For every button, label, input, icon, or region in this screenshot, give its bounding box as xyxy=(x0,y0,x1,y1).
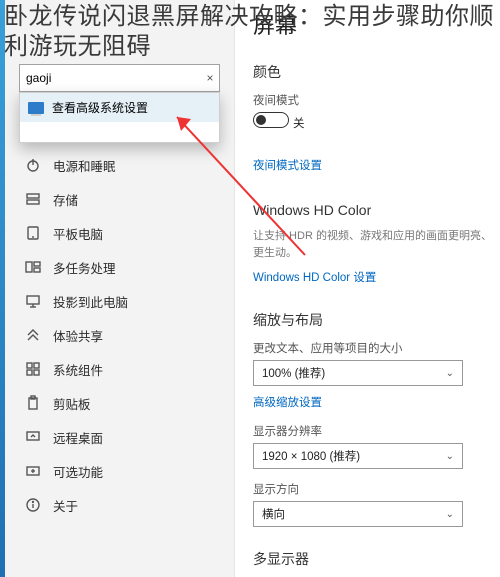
sidebar-item-label: 系统组件 xyxy=(53,360,103,379)
clipboard-icon xyxy=(25,395,41,411)
project-icon xyxy=(25,293,41,309)
sidebar-item-components[interactable]: 系统组件 xyxy=(5,352,234,386)
main-panel: 屏幕 颜色 夜间模式 关 夜间模式设置 Windows HD Color 让支持… xyxy=(235,0,500,577)
about-icon xyxy=(25,497,41,513)
orientation-value: 横向 xyxy=(262,506,285,522)
textsize-select[interactable]: 100% (推荐) ⌄ xyxy=(253,360,463,386)
section-scale: 缩放与布局 xyxy=(253,310,500,330)
textsize-value: 100% (推荐) xyxy=(262,365,325,381)
search-input[interactable] xyxy=(20,71,201,85)
sidebar-item-label: 投影到此电脑 xyxy=(53,292,128,311)
search-suggestions: 查看高级系统设置 xyxy=(19,92,220,143)
night-mode-settings-link[interactable]: 夜间模式设置 xyxy=(253,157,322,173)
resolution-select[interactable]: 1920 × 1080 (推荐) ⌄ xyxy=(253,443,463,469)
orientation-label: 显示方向 xyxy=(253,481,500,497)
optional-icon xyxy=(25,463,41,479)
chevron-down-icon: ⌄ xyxy=(446,509,454,520)
settings-window: × 查看高级系统设置 电源和睡眠存储平板电脑多任务处理投影到此电脑体验共享系统组… xyxy=(0,0,500,577)
sidebar-item-label: 可选功能 xyxy=(53,462,103,481)
article-title-overlay: 卧龙传说闪退黑屏解决攻略：实用步骤助你顺利游玩无阻碍 xyxy=(0,0,500,66)
orientation-select[interactable]: 横向 ⌄ xyxy=(253,501,463,527)
section-multi: 多显示器 xyxy=(253,549,500,569)
sidebar-item-project[interactable]: 投影到此电脑 xyxy=(5,284,234,318)
sidebar-item-clipboard[interactable]: 剪贴板 xyxy=(5,386,234,420)
night-mode-label: 夜间模式 xyxy=(253,92,500,108)
power-icon xyxy=(25,157,41,173)
hdcolor-link[interactable]: Windows HD Color 设置 xyxy=(253,269,376,285)
resolution-value: 1920 × 1080 (推荐) xyxy=(262,448,360,464)
resolution-label: 显示器分辨率 xyxy=(253,423,500,439)
suggestion-item[interactable]: 查看高级系统设置 xyxy=(20,93,219,122)
sidebar-item-label: 体验共享 xyxy=(53,326,103,345)
section-hdcolor: Windows HD Color xyxy=(253,202,500,218)
sidebar-item-label: 剪贴板 xyxy=(53,394,91,413)
sidebar-item-storage[interactable]: 存储 xyxy=(5,182,234,216)
sidebar-item-optional[interactable]: 可选功能 xyxy=(5,454,234,488)
sidebar-item-multitask[interactable]: 多任务处理 xyxy=(5,250,234,284)
suggestion-text: 查看高级系统设置 xyxy=(52,99,148,116)
sidebar-item-tablet[interactable]: 平板电脑 xyxy=(5,216,234,250)
monitor-icon xyxy=(28,102,44,114)
remote-icon xyxy=(25,429,41,445)
components-icon xyxy=(25,361,41,377)
hdcolor-desc: 让支持 HDR 的视频、游戏和应用的画面更明亮、更生动。 xyxy=(253,228,493,261)
sidebar-item-label: 平板电脑 xyxy=(53,224,103,243)
textsize-label: 更改文本、应用等项目的大小 xyxy=(253,340,500,356)
tablet-icon xyxy=(25,225,41,241)
multitask-icon xyxy=(25,259,41,275)
sidebar-item-label: 关于 xyxy=(53,496,78,515)
adv-scale-link[interactable]: 高级缩放设置 xyxy=(253,394,322,410)
night-mode-toggle[interactable] xyxy=(253,112,289,128)
sidebar-item-remote[interactable]: 远程桌面 xyxy=(5,420,234,454)
sidebar-item-label: 远程桌面 xyxy=(53,428,103,447)
share-icon xyxy=(25,327,41,343)
night-mode-state: 关 xyxy=(293,115,305,131)
chevron-down-icon: ⌄ xyxy=(446,368,454,379)
chevron-down-icon: ⌄ xyxy=(446,451,454,462)
sidebar-item-power[interactable]: 电源和睡眠 xyxy=(5,148,234,182)
search-input-wrap[interactable]: × xyxy=(19,64,220,92)
sidebar-item-about[interactable]: 关于 xyxy=(5,488,234,522)
sidebar-item-label: 存储 xyxy=(53,190,78,209)
sidebar-item-label: 多任务处理 xyxy=(53,258,116,277)
clear-search-icon[interactable]: × xyxy=(201,71,219,85)
sidebar-item-label: 电源和睡眠 xyxy=(53,156,116,175)
sidebar-item-share[interactable]: 体验共享 xyxy=(5,318,234,352)
storage-icon xyxy=(25,191,41,207)
sidebar-list: 电源和睡眠存储平板电脑多任务处理投影到此电脑体验共享系统组件剪贴板远程桌面可选功… xyxy=(5,148,234,522)
sidebar: × 查看高级系统设置 电源和睡眠存储平板电脑多任务处理投影到此电脑体验共享系统组… xyxy=(5,0,235,577)
